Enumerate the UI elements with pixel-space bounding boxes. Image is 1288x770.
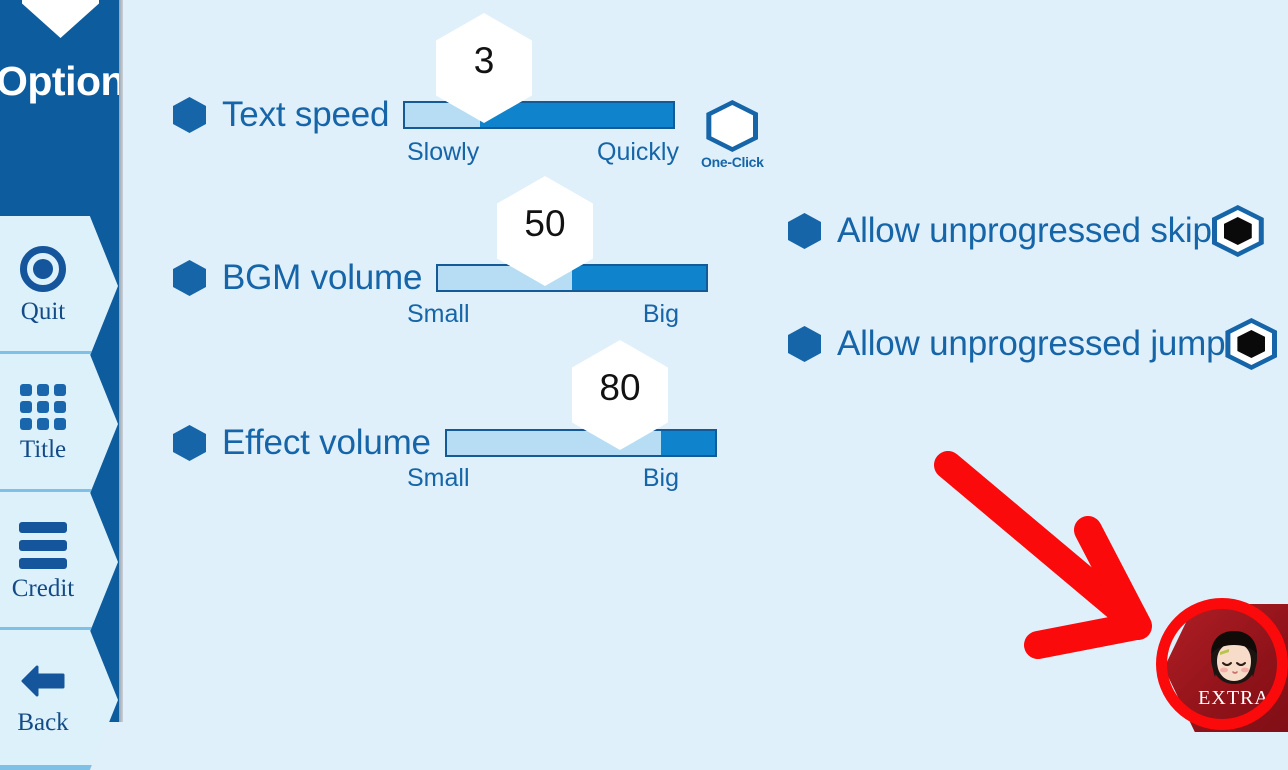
- slider-endlabels-bgm-volume: Small Big: [407, 300, 679, 329]
- slider-fill-bgm-volume: [572, 266, 707, 290]
- sidebar-item-label-quit: Quit: [20, 298, 66, 325]
- hex-bullet-icon: [788, 326, 821, 362]
- sidebar-item-quit[interactable]: Quit: [0, 216, 118, 356]
- sidebar-top-notch-decoration: [22, 0, 99, 38]
- grid-icon: [20, 384, 66, 430]
- sidebar-item-credit[interactable]: Credit: [0, 492, 118, 632]
- slider-endlabels-text-speed: Slowly Quickly: [407, 138, 679, 167]
- hex-bullet-icon: [173, 425, 206, 461]
- slider-min-label-effect-volume: Small: [407, 464, 470, 492]
- slider-max-label-effect-volume: Big: [642, 464, 679, 492]
- hex-bullet-icon: [173, 97, 206, 133]
- hex-bullet-icon: [173, 260, 206, 296]
- annotation-circle: [1156, 598, 1288, 730]
- toggle-label-allow-unprogressed-skip: Allow unprogressed skip: [837, 211, 1212, 250]
- sidebar-item-back[interactable]: Back: [0, 630, 118, 770]
- slider-min-label-bgm-volume: Small: [407, 300, 470, 328]
- slider-label-text-speed: Text speed: [222, 95, 390, 134]
- one-click-toggle[interactable]: One-Click: [701, 100, 764, 170]
- page-title: Option: [0, 58, 126, 104]
- power-icon: [20, 246, 66, 292]
- hexagon-checkbox-allow-unprogressed-skip[interactable]: [1211, 205, 1264, 257]
- slider-row-text-speed: Text speed: [173, 95, 676, 135]
- sidebar-item-label-back: Back: [17, 708, 69, 736]
- toggle-label-allow-unprogressed-jump: Allow unprogressed jump: [837, 324, 1226, 363]
- sidebar-item-label-title: Title: [19, 436, 67, 463]
- sidebar-item-label-credit: Credit: [11, 574, 75, 602]
- hexagon-checkbox-one-click[interactable]: [706, 100, 759, 152]
- slider-endlabels-effect-volume: Small Big: [407, 464, 679, 493]
- sidebar: Option Quit Title Credit Back: [0, 0, 126, 770]
- hex-bullet-icon: [788, 213, 821, 249]
- sidebar-item-title[interactable]: Title: [0, 354, 118, 494]
- hamburger-icon: [19, 521, 67, 569]
- one-click-label: One-Click: [701, 154, 764, 170]
- slider-label-effect-volume: Effect volume: [222, 423, 431, 462]
- toggle-row-allow-unprogressed-jump[interactable]: Allow unprogressed jump: [788, 318, 1278, 370]
- slider-fill-effect-volume: [661, 431, 715, 455]
- arrow-left-icon-svg: [21, 665, 65, 696]
- slider-min-label-text-speed: Slowly: [407, 138, 480, 166]
- toggle-row-allow-unprogressed-skip[interactable]: Allow unprogressed skip: [788, 205, 1264, 257]
- slider-row-bgm-volume: BGM volume: [173, 258, 709, 298]
- annotation-arrow-icon: [934, 451, 1152, 659]
- slider-max-label-bgm-volume: Big: [642, 300, 679, 328]
- slider-track-text-speed[interactable]: [403, 101, 676, 129]
- slider-label-bgm-volume: BGM volume: [222, 258, 423, 297]
- hexagon-checkbox-allow-unprogressed-jump[interactable]: [1225, 318, 1278, 370]
- slider-track-effect-volume[interactable]: [444, 429, 717, 457]
- arrow-left-icon: [19, 664, 67, 703]
- slider-max-label-text-speed: Quickly: [597, 138, 679, 166]
